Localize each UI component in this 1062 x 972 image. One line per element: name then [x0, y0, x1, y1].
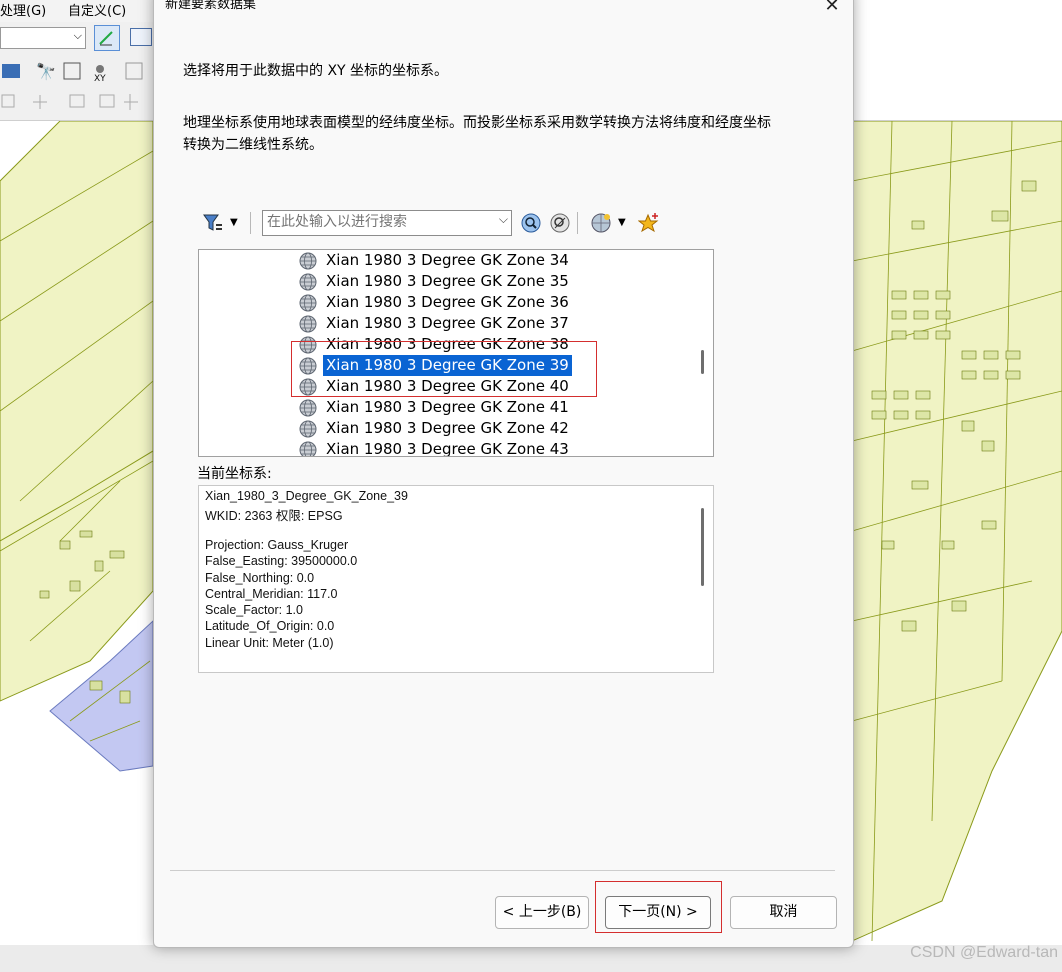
svg-text:🔭: 🔭: [36, 62, 56, 81]
new-feature-dataset-dialog: 新建要素数据集 ✕ 选择将用于此数据中的 XY 坐标的坐标系。 地理坐标系使用地…: [153, 0, 854, 948]
details-line: False_Easting: 39500000.0: [205, 554, 358, 569]
tree-scrollbar-thumb[interactable]: [701, 350, 704, 374]
globe-icon: [299, 294, 317, 312]
coordinate-system-label: Xian 1980 3 Degree GK Zone 43: [326, 440, 569, 457]
toolbar-row2: 🔭 XY: [0, 59, 153, 84]
globe-icon: [299, 399, 317, 417]
add-coordinate-system-icon[interactable]: [590, 212, 612, 234]
annotation-highlight-selection: [291, 341, 597, 397]
globe-icon: [299, 441, 317, 456]
globe-icon: [299, 252, 317, 270]
toolbar-separator: [577, 212, 578, 234]
map-canvas-right[interactable]: [852, 120, 1062, 946]
map-canvas-left[interactable]: [0, 120, 153, 946]
menu-customize[interactable]: 自定义(C): [68, 0, 126, 19]
search-input[interactable]: [265, 211, 489, 233]
details-line: Linear Unit: Meter (1.0): [205, 635, 334, 650]
coord-toolbar: ▼ ⌵ ▼: [200, 210, 670, 238]
back-button[interactable]: < 上一步(B): [495, 896, 589, 929]
details-line: Scale_Factor: 1.0: [205, 603, 303, 618]
map-parcels-left: [0, 121, 153, 772]
dialog-title: 新建要素数据集: [165, 0, 257, 12]
clear-search-icon[interactable]: [549, 212, 571, 234]
cancel-button[interactable]: 取消: [730, 896, 837, 929]
filter-icon[interactable]: [202, 212, 224, 234]
status-bar: [0, 945, 1062, 972]
coordinate-system-label: Xian 1980 3 Degree GK Zone 35: [326, 272, 569, 290]
globe-icon: [299, 315, 317, 333]
add-dropdown-icon[interactable]: ▼: [618, 212, 640, 234]
toolbar-separator: [250, 212, 251, 234]
current-coordinate-system-label: 当前坐标系:: [197, 466, 272, 482]
globe-icon: [299, 273, 317, 291]
chevron-down-icon: ⌵: [73, 29, 82, 42]
details-line: Xian_1980_3_Degree_GK_Zone_39: [205, 489, 408, 503]
app-combo[interactable]: ⌵: [0, 27, 86, 49]
filter-dropdown-icon[interactable]: ▼: [230, 212, 252, 234]
annotation-highlight-next: [595, 881, 722, 933]
table-icon[interactable]: [130, 28, 152, 46]
app-right-panel: [852, 0, 1062, 120]
app-menubar: 处理(G) 自定义(C): [0, 0, 153, 22]
details-line: False_Northing: 0.0: [205, 570, 315, 585]
app-toolbar: ⌵ 🔭 XY: [0, 22, 153, 120]
coordinate-system-label: Xian 1980 3 Degree GK Zone 42: [326, 419, 569, 437]
search-box[interactable]: ⌵: [262, 210, 512, 236]
description-line-2: 转换为二维线性系统。: [183, 137, 323, 153]
details-scrollbar-thumb[interactable]: [701, 508, 704, 586]
close-button[interactable]: ✕: [821, 0, 843, 18]
watermark: CSDN @Edward-tan: [910, 944, 1058, 961]
menu-geoprocessing[interactable]: 处理(G): [0, 0, 46, 19]
toolbar-row3: [0, 90, 153, 114]
globe-icon: [299, 420, 317, 438]
details-line: Projection: Gauss_Kruger: [205, 537, 349, 552]
edit-tool-icon[interactable]: [94, 25, 120, 51]
coordinate-system-label: Xian 1980 3 Degree GK Zone 34: [326, 251, 569, 269]
dialog-divider: [170, 870, 835, 871]
description-line-1: 地理坐标系使用地球表面模型的经纬度坐标。而投影坐标系采用数学转换方法将纬度和经度…: [183, 115, 771, 131]
coordinate-system-label: Xian 1980 3 Degree GK Zone 37: [326, 314, 569, 332]
svg-text:XY: XY: [94, 74, 106, 83]
favorite-star-icon[interactable]: [637, 212, 660, 234]
search-icon[interactable]: [520, 212, 542, 234]
chevron-down-icon[interactable]: ⌵: [499, 212, 508, 227]
details-line: Latitude_Of_Origin: 0.0: [205, 619, 335, 634]
instruction-text: 选择将用于此数据中的 XY 坐标的坐标系。: [183, 63, 449, 79]
map-parcels-right: [852, 121, 1062, 942]
details-line: Central_Meridian: 117.0: [205, 586, 338, 601]
coordinate-system-label: Xian 1980 3 Degree GK Zone 41: [326, 398, 569, 416]
coordinate-system-label: Xian 1980 3 Degree GK Zone 36: [326, 293, 569, 311]
details-line: WKID: 2363 权限: EPSG: [205, 509, 343, 524]
dialog-titlebar[interactable]: 新建要素数据集 ✕: [154, 0, 853, 22]
current-coordinate-system-details: Xian_1980_3_Degree_GK_Zone_39 WKID: 2363 …: [198, 485, 714, 673]
